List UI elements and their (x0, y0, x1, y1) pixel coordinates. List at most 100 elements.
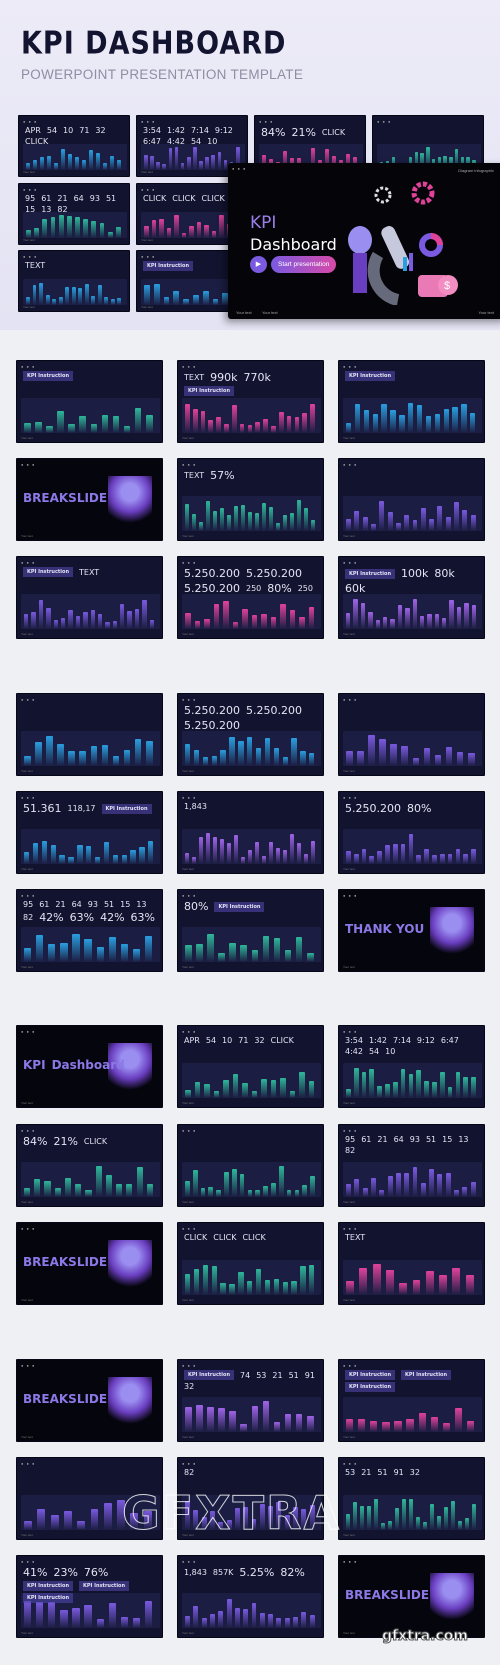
chart-bar (442, 1422, 450, 1433)
slide-thumbnail[interactable]: ● ● ● 84% 21% CLICK Your text (16, 1124, 163, 1207)
slide-footer: Your text (182, 1533, 194, 1537)
slide-text-group: 95 61 21 64 93 51 15 13 82 (25, 194, 123, 214)
window-dots: ● ● ● (182, 1128, 197, 1133)
window-dots: ● ● ● (23, 119, 38, 124)
window-dots: ● ● ● (182, 1461, 197, 1466)
chart-bar (103, 842, 110, 865)
chart-bar (60, 1609, 68, 1629)
slide-text-group: 84% 21% CLICK (261, 126, 359, 139)
slide-thumbnail[interactable]: ● ● ● Your text (16, 693, 163, 776)
slide-thumbnail[interactable]: ● ● ● Your text (338, 693, 485, 776)
chart-bar (72, 933, 80, 963)
chart-bar (185, 504, 190, 532)
chart-bar (220, 508, 225, 532)
slide-thumbnail[interactable]: ● ● ● TEXT Your text (338, 1222, 485, 1305)
slide-thumbnail[interactable]: ● ● ● BREAKSLIDE Your text (16, 458, 163, 541)
play-icon[interactable]: ▶ (250, 256, 267, 273)
chart-bar (449, 599, 454, 630)
chart-bar (346, 851, 351, 865)
slide-footer: Your text (343, 1435, 355, 1439)
chart-bar (194, 1081, 201, 1099)
slide-thumbnail[interactable]: ● ● ● 82 Your text (177, 1457, 324, 1540)
slide-thumbnail[interactable]: ● ● ● 41% 23% 76% KPI Instruction KPI Instruc… (16, 1555, 163, 1638)
chart-bar (26, 297, 30, 305)
slide-footer: Your text (343, 534, 355, 538)
slide-thumbnail[interactable]: ● ● ● KPI Instruction Your text (338, 360, 485, 443)
slide-thumbnail[interactable]: ● ● ● KPI Instruction 100k 80k 60k Your text (338, 556, 485, 639)
chart-bar (423, 1521, 428, 1531)
slide-text: 91 (304, 1370, 315, 1380)
slide-thumbnail[interactable]: ● ● ● 1,843 Your text (177, 791, 324, 874)
slide-footer: Your text (182, 534, 194, 538)
slide-thumbnail[interactable]: ● ● ● KPI Instruction 74 53 21 51 91 32 Your tex… (177, 1359, 324, 1442)
slide-text: 990k (210, 371, 238, 384)
chart-panel (182, 829, 321, 865)
slide-thumbnail[interactable]: ● ● ● 5.250.200 5.250.200 5.250.200 Your tex… (177, 693, 324, 776)
slide-thumbnail[interactable]: ● ● ● BREAKSLIDE Your text (16, 1222, 163, 1305)
slide-thumbnail[interactable]: ● ● ● APR 54 10 71 32 CLICK Your text (18, 115, 130, 177)
chart-bar (83, 219, 89, 238)
slide-thumbnail[interactable]: ● ● ● Your text (16, 1457, 163, 1540)
slide-thumbnail[interactable]: ● ● ● TEXT 990k 770k KPI Instruction Your tex… (177, 360, 324, 443)
slide-thumbnail[interactable]: ● ● ● KPI Dashboard Your text (16, 1025, 163, 1108)
slide-thumbnail[interactable]: ● ● ● KPI Instruction Your text (16, 360, 163, 443)
slide-text-group: 5.250.200 5.250.200 5.250.200 250 80% 250 (184, 567, 317, 595)
slide-thumbnail[interactable]: ● ● ● 95 61 21 64 93 51 15 13 82 Your text (338, 1124, 485, 1207)
chart-bar (293, 1507, 299, 1531)
chart-bar (429, 518, 435, 532)
slide-thumbnail[interactable]: ● ● ● 95 61 21 64 93 51 15 13 82 42% 63% 42% 63% Your … (16, 889, 163, 972)
slide-thumbnail[interactable]: ● ● ● THANK YOU Your text (338, 889, 485, 972)
start-presentation-button[interactable]: Start presentation (271, 256, 337, 273)
chart-bar (186, 156, 191, 170)
slide-thumbnail[interactable]: ● ● ● BREAKSLIDE Your text (16, 1359, 163, 1442)
chart-panel (343, 1162, 482, 1198)
slide-text: 71 (238, 1036, 249, 1045)
slide-footer: Your text (21, 534, 33, 538)
slide-thumbnail[interactable]: ● ● ● 80% KPI Instruction Your text (177, 889, 324, 972)
slide-thumbnail[interactable]: ● ● ● 5.250.200 5.250.200 5.250.200 250 80% 25… (177, 556, 324, 639)
slide-thumbnail[interactable]: ● ● ● 53 21 51 91 32 Your text (338, 1457, 485, 1540)
chart-bar (276, 1501, 282, 1531)
slide-thumbnail[interactable]: ● ● ● 3:54 1:42 7:14 9:12 6:47 4:42 54 10 Your te… (338, 1025, 485, 1108)
slide-thumbnail[interactable]: ● ● ● BREAKSLIDE Your text (338, 1555, 485, 1638)
slide-thumbnail[interactable]: ● ● ● 95 61 21 64 93 51 15 13 82 Your text (18, 183, 130, 245)
slide-thumbnail[interactable]: ● ● ● CLICK CLICK CLICK Your text (177, 1222, 324, 1305)
chart-bar (434, 614, 440, 630)
slide-text: KPI Instruction (101, 803, 152, 814)
chart-bar (234, 834, 239, 865)
slide-thumbnail[interactable]: ● ● ● TEXT 57% Your text (177, 458, 324, 541)
chart-bar (255, 1189, 261, 1198)
chart-bar (359, 1268, 368, 1296)
window-dots: ● ● ● (343, 462, 358, 467)
window-dots: ● ● ● (21, 462, 36, 467)
chart-bar (387, 511, 393, 532)
chart-bar (464, 602, 469, 630)
chart-bar (213, 836, 218, 865)
chart-bar (213, 510, 218, 532)
chart-bar (90, 423, 98, 434)
slide-thumbnail[interactable]: ● ● ● KPI Instruction KPI Instruction KPI I… (338, 1359, 485, 1442)
slide-thumbnail[interactable]: ● ● ● Your text (338, 458, 485, 541)
chart-panel (182, 927, 321, 963)
chart-bar (134, 739, 142, 767)
slide-text: BREAKSLIDE (23, 490, 108, 505)
slide-thumbnail[interactable]: ● ● ● KPI Instruction TEXT Your text (16, 556, 163, 639)
slide-text: 51 (103, 900, 115, 909)
slide-thumbnail[interactable]: ● ● ● APR 54 10 71 32 CLICK Your text (177, 1025, 324, 1108)
slide-thumbnail[interactable]: ● ● ● 5.250.200 80% Your text (338, 791, 485, 874)
slide-text: 76% (83, 1566, 109, 1579)
slide-text: 21 (55, 900, 66, 909)
slide-thumbnail[interactable]: ● ● ● 1,843 857K 5.25% 82% Your text (177, 1555, 324, 1638)
chart-panel (182, 1593, 321, 1629)
slide-thumbnail[interactable]: ● ● ● Your text (177, 1124, 324, 1207)
slide-text: BREAKSLIDE (23, 1391, 108, 1406)
slide-text: 13 (458, 1135, 469, 1144)
chart-panel (343, 731, 482, 767)
slide-thumbnail[interactable]: ● ● ● TEXT Your text (18, 250, 130, 312)
slide-text: KPI Instruction (401, 1370, 452, 1380)
featured-slide[interactable]: ● ● ● Diagram infographic KPI Dashboard … (228, 163, 500, 319)
chart-bar (445, 1173, 451, 1198)
slide-thumbnail[interactable]: ● ● ● 51.361 118,17 KPI Instruction Your tex… (16, 791, 163, 874)
slide-footer: Your text (343, 1298, 355, 1302)
window-dots: ● ● ● (21, 560, 36, 565)
